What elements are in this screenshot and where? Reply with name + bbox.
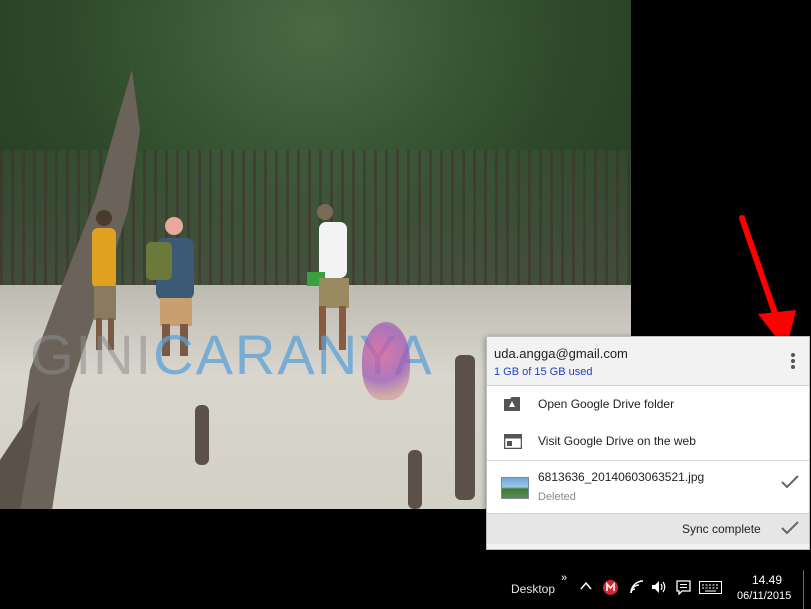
visit-drive-web-item[interactable]: Visit Google Drive on the web: [487, 423, 809, 460]
drive-folder-icon: [504, 397, 520, 411]
watermark-hand-logo: [362, 322, 410, 400]
desktop-toolbar-label[interactable]: Desktop: [511, 582, 555, 596]
tree-stump: [455, 355, 475, 500]
popup-menu: Open Google Drive folder Visit Google Dr…: [487, 386, 809, 460]
wifi-icon[interactable]: [629, 579, 645, 595]
google-drive-popup: uda.angga@gmail.com 1 GB of 15 GB used O…: [486, 336, 810, 550]
tree-stump: [408, 450, 422, 509]
volume-icon[interactable]: [651, 580, 668, 594]
popup-header: uda.angga@gmail.com 1 GB of 15 GB used: [487, 337, 809, 386]
open-drive-folder-item[interactable]: Open Google Drive folder: [487, 386, 809, 423]
toolbar-overflow-chevron[interactable]: »: [561, 572, 567, 584]
account-email: uda.angga@gmail.com: [494, 346, 628, 361]
sync-status-bar: Sync complete: [487, 513, 809, 544]
action-center-icon[interactable]: [676, 580, 691, 595]
sync-status-text: Sync complete: [682, 522, 761, 536]
more-options-icon[interactable]: [789, 353, 797, 373]
annotation-arrow-icon: [739, 215, 796, 350]
taskbar: Desktop » 14.49 06/11/2015: [0, 570, 811, 609]
sync-check-icon: [781, 521, 799, 535]
clock-date[interactable]: 06/11/2015: [737, 590, 791, 602]
clock-time[interactable]: 14.49: [752, 573, 782, 587]
open-drive-folder-label: Open Google Drive folder: [538, 397, 675, 411]
visit-drive-web-label: Visit Google Drive on the web: [538, 434, 696, 448]
file-status: Deleted: [538, 491, 576, 503]
storage-quota-link[interactable]: 1 GB of 15 GB used: [494, 366, 592, 378]
image-thumbnail-icon: [501, 477, 529, 499]
browser-window-icon: [504, 434, 522, 449]
tree-stump: [195, 405, 209, 465]
show-desktop-button[interactable]: [803, 570, 807, 609]
recent-file-row[interactable]: 6813636_20140603063521.jpg Deleted: [487, 460, 809, 513]
touch-keyboard-icon[interactable]: [699, 581, 722, 594]
mega-sync-icon[interactable]: [603, 580, 618, 595]
file-name: 6813636_20140603063521.jpg: [538, 470, 705, 484]
watermark-part1: GINI: [30, 323, 154, 386]
show-hidden-icons-icon[interactable]: [580, 581, 592, 591]
checkmark-icon: [781, 475, 799, 489]
